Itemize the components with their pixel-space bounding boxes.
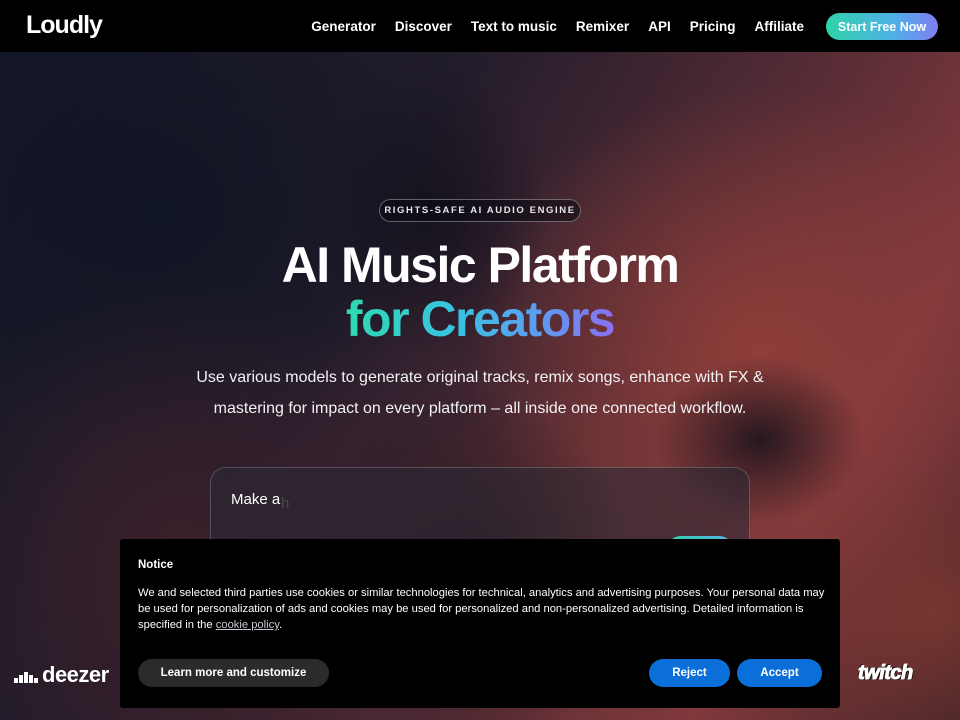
- nav-pricing[interactable]: Pricing: [690, 19, 736, 34]
- deezer-bars-icon: [14, 667, 38, 683]
- hero-title-gradient-text: for Creators: [345, 291, 616, 347]
- hero-badge: RIGHTS-SAFE AI AUDIO ENGINE: [379, 199, 581, 222]
- reject-button[interactable]: Reject: [649, 659, 730, 687]
- nav-affiliate[interactable]: Affiliate: [754, 19, 804, 34]
- nav-text-to-music[interactable]: Text to music: [471, 19, 557, 34]
- cookie-title: Notice: [138, 559, 174, 571]
- hero-title-accent: for Creators: [0, 290, 960, 348]
- main-nav: Generator Discover Text to music Remixer…: [311, 0, 804, 52]
- prompt-ghost-text: h: [281, 495, 290, 512]
- loudly-logo[interactable]: Loudly: [26, 11, 103, 40]
- cookie-banner: Notice We and selected third parties use…: [120, 539, 840, 708]
- nav-api[interactable]: API: [648, 19, 671, 34]
- learn-more-customize-button[interactable]: Learn more and customize: [138, 659, 329, 687]
- deezer-wordmark: deezer: [42, 662, 109, 687]
- cookie-body: We and selected third parties use cookie…: [138, 585, 826, 633]
- cookie-body-end: .: [278, 619, 283, 631]
- start-free-button[interactable]: Start Free Now: [826, 13, 938, 40]
- twitch-logo: twitch: [858, 662, 914, 685]
- nav-generator[interactable]: Generator: [311, 19, 376, 34]
- nav-discover[interactable]: Discover: [395, 19, 452, 34]
- hero-subtitle: Use various models to generate original …: [196, 369, 764, 417]
- deezer-logo: deezer: [14, 662, 109, 687]
- prompt-typed-text[interactable]: Make a: [231, 491, 280, 508]
- accept-button[interactable]: Accept: [737, 659, 822, 687]
- nav-remixer[interactable]: Remixer: [576, 19, 629, 34]
- top-navbar: Loudly Generator Discover Text to music …: [0, 0, 960, 52]
- hero-title: AI Music Platform: [281, 237, 680, 293]
- cookie-policy-link[interactable]: cookie policy: [216, 619, 279, 631]
